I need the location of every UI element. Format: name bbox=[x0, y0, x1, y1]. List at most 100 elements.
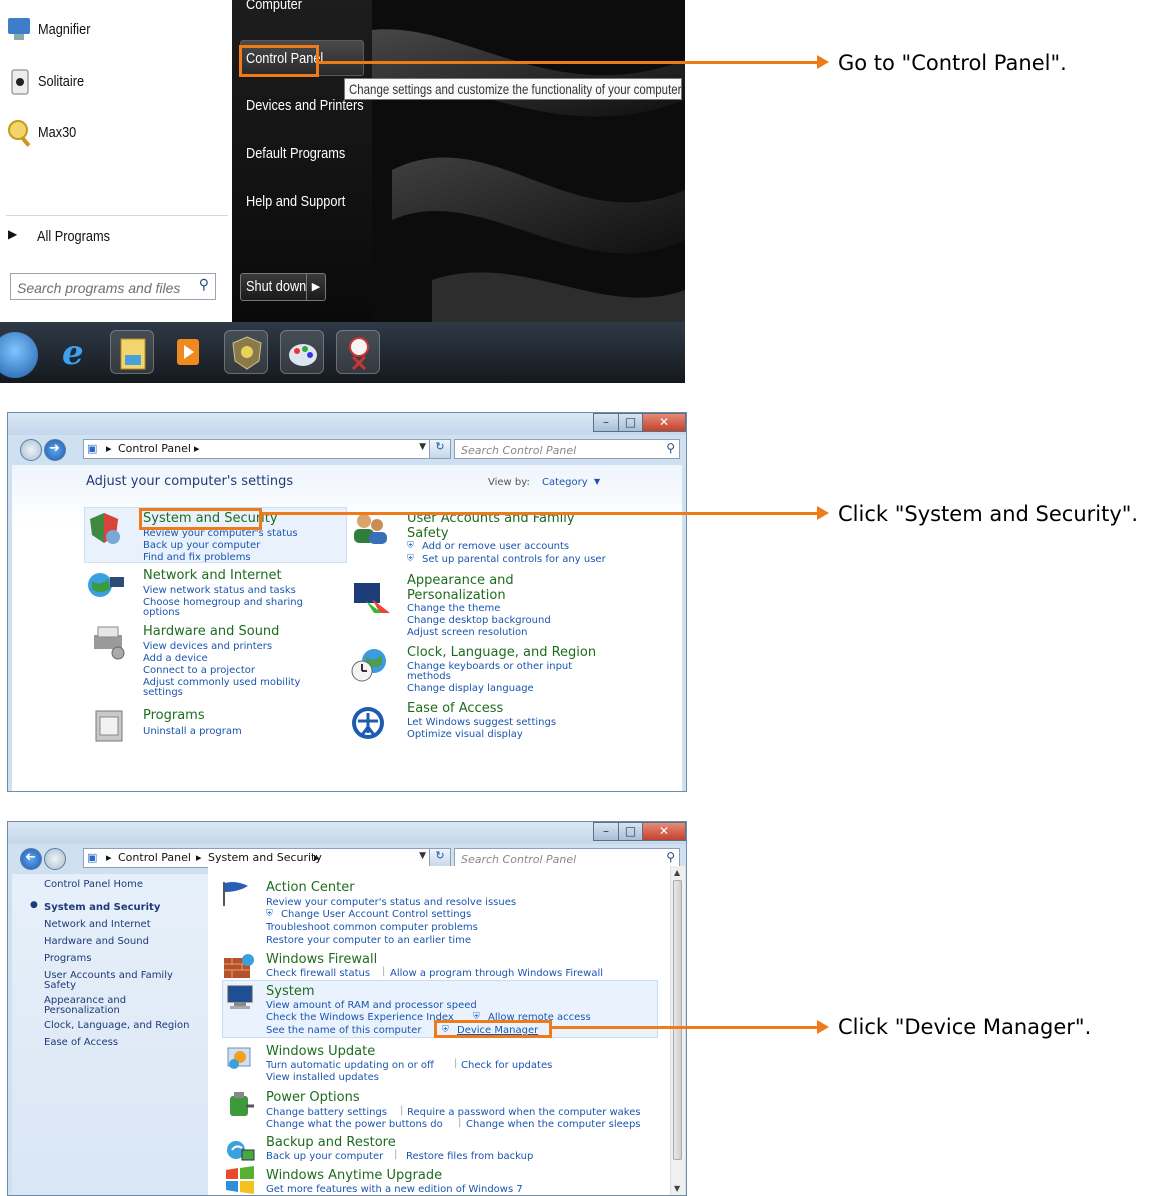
close-button[interactable]: ✕ bbox=[642, 822, 686, 841]
troubleshoot-link[interactable]: Troubleshoot common computer problems bbox=[266, 922, 478, 933]
category-user-accounts-cont[interactable]: Safety bbox=[407, 526, 449, 541]
computer-sleeps-link[interactable]: Change when the computer sleeps bbox=[466, 1119, 641, 1130]
snipping-tool-icon[interactable] bbox=[336, 330, 380, 374]
more-features-link[interactable]: Get more features with a new edition of … bbox=[266, 1184, 523, 1195]
shutdown-button[interactable]: Shut down ▶ bbox=[240, 273, 326, 301]
homegroup-link-cont[interactable]: options bbox=[143, 607, 180, 618]
breadcrumb-control-panel[interactable]: Control Panel bbox=[118, 442, 191, 455]
desktop-background-link[interactable]: Change desktop background bbox=[407, 615, 551, 626]
windows-orb-icon[interactable] bbox=[0, 332, 38, 378]
firewall-status-link[interactable]: Check firewall status bbox=[266, 968, 370, 979]
search-input[interactable] bbox=[15, 277, 189, 298]
ram-processor-link[interactable]: View amount of RAM and processor speed bbox=[266, 1000, 477, 1011]
breadcrumb-system-and-security[interactable]: System and Security bbox=[208, 851, 322, 864]
sidebar-item-clock[interactable]: Clock, Language, and Region bbox=[44, 1020, 189, 1031]
system-heading[interactable]: System bbox=[266, 984, 314, 999]
chevron-down-icon[interactable]: ▼ bbox=[594, 477, 600, 486]
mobility-settings-link-cont[interactable]: settings bbox=[143, 687, 183, 698]
connect-projector-link[interactable]: Connect to a projector bbox=[143, 665, 255, 676]
minimize-button[interactable]: – bbox=[593, 822, 619, 841]
screen-resolution-link[interactable]: Adjust screen resolution bbox=[407, 627, 528, 638]
restore-link[interactable]: Restore your computer to an earlier time bbox=[266, 935, 471, 946]
back-up-link[interactable]: Back up your computer bbox=[143, 540, 260, 551]
start-search-box[interactable]: ⚲ bbox=[10, 273, 216, 300]
back-up-computer-link[interactable]: Back up your computer bbox=[266, 1151, 383, 1162]
optimize-display-link[interactable]: Optimize visual display bbox=[407, 729, 523, 740]
minimize-button[interactable]: – bbox=[593, 413, 619, 432]
sidebar-item-hardware[interactable]: Hardware and Sound bbox=[44, 936, 149, 947]
maximize-button[interactable]: □ bbox=[618, 413, 643, 432]
category-programs[interactable]: Programs bbox=[143, 708, 205, 723]
help-and-support-link[interactable]: Help and Support bbox=[246, 193, 345, 210]
shutdown-options-arrow[interactable]: ▶ bbox=[306, 274, 325, 300]
control-panel-home-link[interactable]: Control Panel Home bbox=[44, 879, 143, 890]
change-theme-link[interactable]: Change the theme bbox=[407, 603, 500, 614]
file-manager-icon[interactable] bbox=[110, 330, 154, 374]
restore-files-link[interactable]: Restore files from backup bbox=[406, 1151, 533, 1162]
windows-firewall-heading[interactable]: Windows Firewall bbox=[266, 952, 377, 967]
battery-settings-link[interactable]: Change battery settings bbox=[266, 1107, 387, 1118]
default-programs-link[interactable]: Default Programs bbox=[246, 145, 345, 162]
sidebar-item-user-accounts-cont[interactable]: Safety bbox=[44, 980, 76, 991]
require-password-link[interactable]: Require a password when the computer wak… bbox=[407, 1107, 641, 1118]
parental-controls-link[interactable]: Set up parental controls for any user bbox=[422, 554, 606, 565]
change-keyboards-link-cont[interactable]: methods bbox=[407, 671, 451, 682]
media-player-icon[interactable] bbox=[166, 330, 210, 374]
refresh-icon[interactable]: ↻ bbox=[429, 848, 451, 868]
action-center-heading[interactable]: Action Center bbox=[266, 880, 355, 895]
address-bar[interactable]: ▣ ▸ Control Panel ▸ System and Security … bbox=[83, 848, 433, 868]
view-devices-link[interactable]: View devices and printers bbox=[143, 641, 272, 652]
uninstall-program-link[interactable]: Uninstall a program bbox=[143, 726, 242, 737]
close-button[interactable]: ✕ bbox=[642, 413, 686, 432]
category-network-and-internet[interactable]: Network and Internet bbox=[143, 568, 282, 583]
category-clock-language-region[interactable]: Clock, Language, and Region bbox=[407, 645, 596, 660]
suggest-settings-link[interactable]: Let Windows suggest settings bbox=[407, 717, 556, 728]
installed-updates-link[interactable]: View installed updates bbox=[266, 1072, 379, 1083]
search-box[interactable]: ⚲ bbox=[454, 439, 680, 459]
category-appearance[interactable]: Appearance and bbox=[407, 573, 514, 588]
program-item-max30[interactable]: Max30 bbox=[0, 115, 232, 155]
refresh-icon[interactable]: ↻ bbox=[429, 439, 451, 459]
computer-link[interactable]: Computer bbox=[246, 0, 302, 13]
category-appearance-cont[interactable]: Personalization bbox=[407, 588, 506, 603]
add-remove-accounts-link[interactable]: Add or remove user accounts bbox=[422, 541, 569, 552]
paint-icon[interactable] bbox=[280, 330, 324, 374]
add-device-link[interactable]: Add a device bbox=[143, 653, 208, 664]
sidebar-item-appearance-cont[interactable]: Personalization bbox=[44, 1005, 120, 1016]
program-item-solitaire[interactable]: Solitaire bbox=[0, 64, 232, 104]
sidebar-item-network[interactable]: Network and Internet bbox=[44, 919, 151, 930]
scrollbar-thumb[interactable] bbox=[673, 880, 682, 1160]
computer-name-link[interactable]: See the name of this computer bbox=[266, 1025, 421, 1036]
scroll-up-icon[interactable]: ▲ bbox=[674, 868, 680, 877]
power-options-heading[interactable]: Power Options bbox=[266, 1090, 360, 1105]
search-input[interactable] bbox=[459, 441, 653, 459]
forward-button[interactable] bbox=[44, 848, 66, 870]
maximize-button[interactable]: □ bbox=[618, 822, 643, 841]
chevron-down-icon[interactable]: ▼ bbox=[419, 851, 426, 861]
sidebar-item-programs[interactable]: Programs bbox=[44, 953, 91, 964]
scroll-down-icon[interactable]: ▼ bbox=[674, 1184, 680, 1193]
internet-explorer-icon[interactable]: e bbox=[52, 330, 96, 374]
forward-button[interactable]: ➜ bbox=[44, 439, 66, 461]
backup-restore-heading[interactable]: Backup and Restore bbox=[266, 1135, 396, 1150]
power-buttons-link[interactable]: Change what the power buttons do bbox=[266, 1119, 443, 1130]
program-item-magnifier[interactable]: Magnifier bbox=[0, 12, 232, 52]
category-hardware-and-sound[interactable]: Hardware and Sound bbox=[143, 624, 279, 639]
search-box[interactable]: ⚲ bbox=[454, 848, 680, 868]
view-by-dropdown[interactable]: Category bbox=[542, 477, 588, 488]
display-language-link[interactable]: Change display language bbox=[407, 683, 534, 694]
sidebar-item-ease-of-access[interactable]: Ease of Access bbox=[44, 1037, 118, 1048]
review-status-link[interactable]: Review your computer's status and resolv… bbox=[266, 897, 516, 908]
windows-update-heading[interactable]: Windows Update bbox=[266, 1044, 375, 1059]
scrollbar[interactable]: ▲ ▼ bbox=[670, 866, 685, 1195]
find-fix-problems-link[interactable]: Find and fix problems bbox=[143, 552, 251, 563]
address-bar[interactable]: ▣ ▸ Control Panel ▸ ▼ bbox=[83, 439, 433, 459]
experience-index-link[interactable]: Check the Windows Experience Index bbox=[266, 1012, 454, 1023]
windows-anytime-upgrade-heading[interactable]: Windows Anytime Upgrade bbox=[266, 1168, 442, 1183]
breadcrumb-control-panel[interactable]: Control Panel bbox=[118, 851, 191, 864]
network-status-link[interactable]: View network status and tasks bbox=[143, 585, 296, 596]
allow-program-link[interactable]: Allow a program through Windows Firewall bbox=[390, 968, 603, 979]
category-ease-of-access[interactable]: Ease of Access bbox=[407, 701, 503, 716]
chevron-down-icon[interactable]: ▼ bbox=[419, 442, 426, 452]
back-button[interactable] bbox=[20, 439, 42, 461]
